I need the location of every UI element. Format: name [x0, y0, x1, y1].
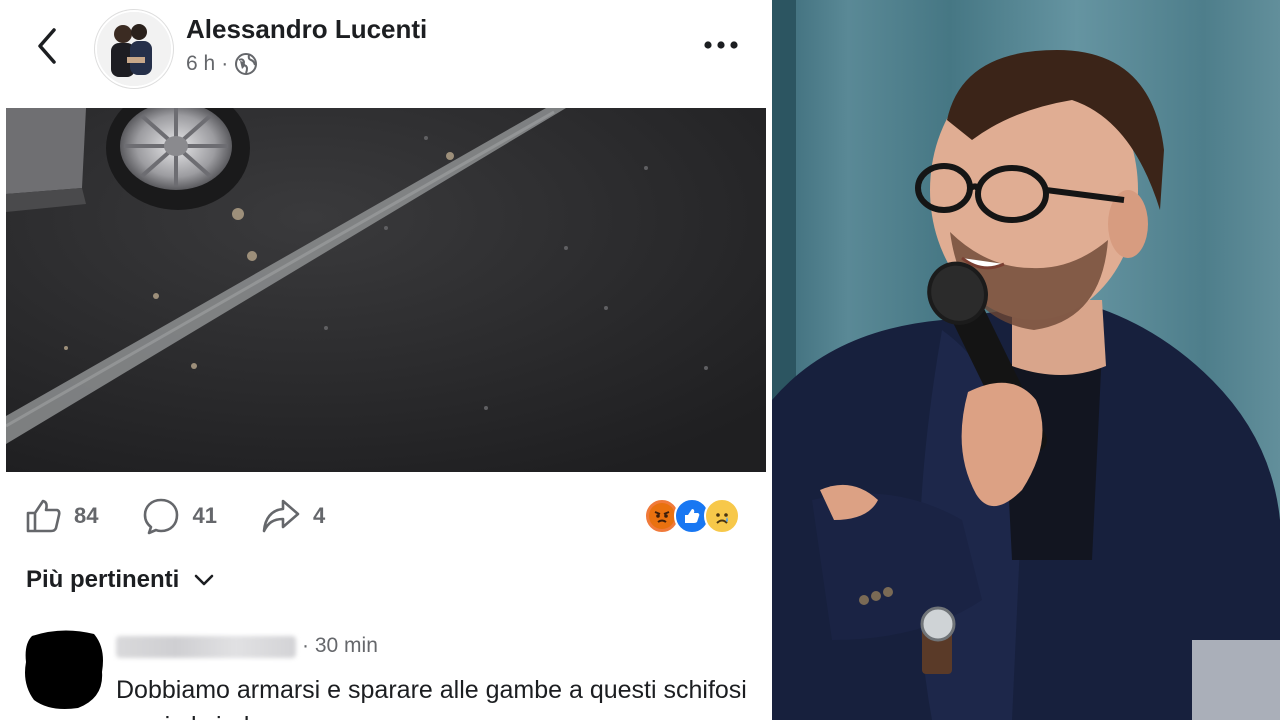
share-icon: [262, 499, 300, 533]
post-time[interactable]: 6 h: [186, 52, 215, 76]
share-count: 4: [312, 503, 326, 528]
commenter-avatar[interactable]: [22, 628, 106, 710]
like-count: 84: [74, 503, 99, 528]
redacted-avatar: [25, 630, 103, 709]
reactions-summary[interactable]: [644, 498, 740, 534]
comment-time-text: 30 min: [314, 634, 378, 657]
comment-icon: [144, 498, 179, 535]
comment-dot: ·: [302, 634, 309, 657]
comment-time: · 30 min: [302, 634, 378, 658]
comment-text: Dobbiamo armarsi e sparare alle gambe a …: [116, 676, 747, 720]
man-with-microphone-photo: [772, 0, 1280, 720]
like-button[interactable]: 84: [24, 497, 98, 535]
facebook-post-screenshot: Alessandro Lucenti 6 h · 84 41 4 Più per…: [0, 0, 772, 720]
post-meta: 6 h ·: [186, 52, 258, 76]
more-icon: [704, 41, 738, 49]
back-icon: [38, 28, 56, 64]
more-options-button[interactable]: [700, 30, 744, 60]
commenter-name-redacted[interactable]: [116, 636, 296, 658]
author-name[interactable]: Alessandro Lucenti: [186, 14, 427, 45]
comment-button[interactable]: 41: [142, 497, 217, 535]
street-photo: [6, 108, 766, 472]
share-button[interactable]: 4: [261, 497, 325, 535]
post-actions: 84 41 4: [24, 494, 369, 538]
sad-reaction-icon: [704, 498, 740, 534]
author-avatar[interactable]: [95, 10, 173, 88]
globe-icon: [235, 53, 258, 75]
meta-separator: ·: [221, 52, 229, 75]
comments-sort-dropdown[interactable]: Più pertinenti: [26, 566, 215, 594]
sort-label: Più pertinenti: [26, 566, 180, 593]
back-button[interactable]: [30, 26, 66, 66]
avatar-photo: [97, 12, 171, 86]
speaker-photo: [772, 0, 1280, 720]
like-icon: [26, 499, 61, 533]
chevron-down-icon: [195, 574, 214, 586]
post-photo[interactable]: [6, 108, 766, 472]
comment-count: 41: [192, 503, 217, 528]
